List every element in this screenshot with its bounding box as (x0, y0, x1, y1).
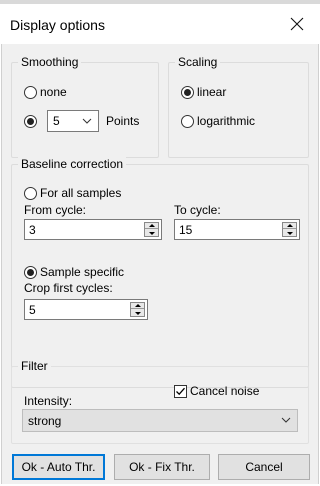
close-icon (290, 17, 304, 31)
spin-up-arrow-icon[interactable] (283, 223, 296, 229)
intensity-select[interactable]: strong (22, 409, 298, 432)
filter-group: Filter Intensity: Cancel noise strong (11, 359, 309, 444)
from-cycle-value: 3 (29, 223, 36, 237)
to-cycle-label: To cycle: (174, 203, 221, 217)
ok-auto-threshold-button[interactable]: Ok - Auto Thr. (12, 454, 105, 480)
window-title: Display options (10, 17, 105, 33)
crop-cycles-spinbox[interactable]: 5 (24, 299, 148, 320)
crop-cycles-label: Crop first cycles: (24, 281, 113, 295)
cancel-noise-label: Cancel noise (190, 384, 260, 398)
spin-buttons[interactable] (144, 222, 159, 237)
to-cycle-spinbox[interactable]: 15 (174, 219, 300, 240)
filter-legend: Filter (18, 359, 51, 373)
scaling-linear-radio[interactable]: linear (181, 83, 226, 101)
radio-indicator (24, 186, 37, 200)
radio-indicator (181, 85, 194, 99)
baseline-all-samples-label: For all samples (40, 186, 122, 200)
cancel-button[interactable]: Cancel (218, 454, 310, 480)
close-button[interactable] (274, 4, 320, 44)
scaling-log-radio[interactable]: logarithmic (181, 112, 255, 130)
to-cycle-value: 15 (179, 223, 193, 237)
spin-down-arrow-icon[interactable] (131, 310, 144, 316)
dialog-body: Smoothing none 5 Points Scaling linear l… (1, 44, 319, 484)
smoothing-points-radio[interactable] (24, 112, 40, 130)
crop-cycles-value: 5 (29, 303, 36, 317)
smoothing-points-label: Points (106, 114, 140, 128)
from-cycle-label: From cycle: (24, 203, 87, 217)
checkbox-indicator (174, 384, 187, 398)
from-cycle-spinbox[interactable]: 3 (24, 219, 162, 240)
smoothing-none-label: none (40, 85, 67, 99)
checkmark-icon (176, 387, 185, 395)
baseline-specific-label: Sample specific (40, 265, 125, 279)
intensity-value: strong (28, 413, 62, 428)
baseline-group: Baseline correction For all samples From… (11, 157, 309, 388)
scaling-linear-label: linear (197, 85, 227, 99)
spin-up-arrow-icon[interactable] (131, 303, 144, 309)
scaling-legend: Scaling (175, 55, 221, 69)
title-bar[interactable]: Display options (0, 4, 320, 44)
smoothing-points-select[interactable]: 5 (47, 110, 99, 132)
chevron-down-icon (281, 417, 291, 423)
spin-buttons[interactable] (282, 222, 297, 237)
spin-down-arrow-icon[interactable] (283, 230, 296, 236)
spin-buttons[interactable] (130, 302, 145, 317)
radio-indicator (24, 85, 37, 99)
smoothing-legend: Smoothing (18, 55, 82, 69)
baseline-all-samples-radio[interactable]: For all samples (24, 184, 121, 202)
radio-indicator (181, 114, 194, 128)
radio-indicator (24, 265, 37, 279)
radio-indicator (24, 114, 37, 128)
spin-up-arrow-icon[interactable] (145, 223, 158, 229)
baseline-specific-radio[interactable]: Sample specific (24, 263, 124, 281)
intensity-label: Intensity: (24, 394, 73, 408)
spin-down-arrow-icon[interactable] (145, 230, 158, 236)
scaling-log-label: logarithmic (197, 114, 256, 128)
baseline-legend: Baseline correction (18, 157, 127, 171)
smoothing-none-radio[interactable]: none (24, 83, 67, 101)
ok-fix-threshold-button[interactable]: Ok - Fix Thr. (114, 454, 210, 480)
cancel-noise-checkbox[interactable]: Cancel noise (174, 382, 259, 400)
smoothing-points-value: 5 (53, 114, 60, 128)
scaling-group: Scaling linear logarithmic (168, 55, 309, 158)
chevron-down-icon (82, 118, 92, 124)
smoothing-group: Smoothing none 5 Points (11, 55, 159, 158)
